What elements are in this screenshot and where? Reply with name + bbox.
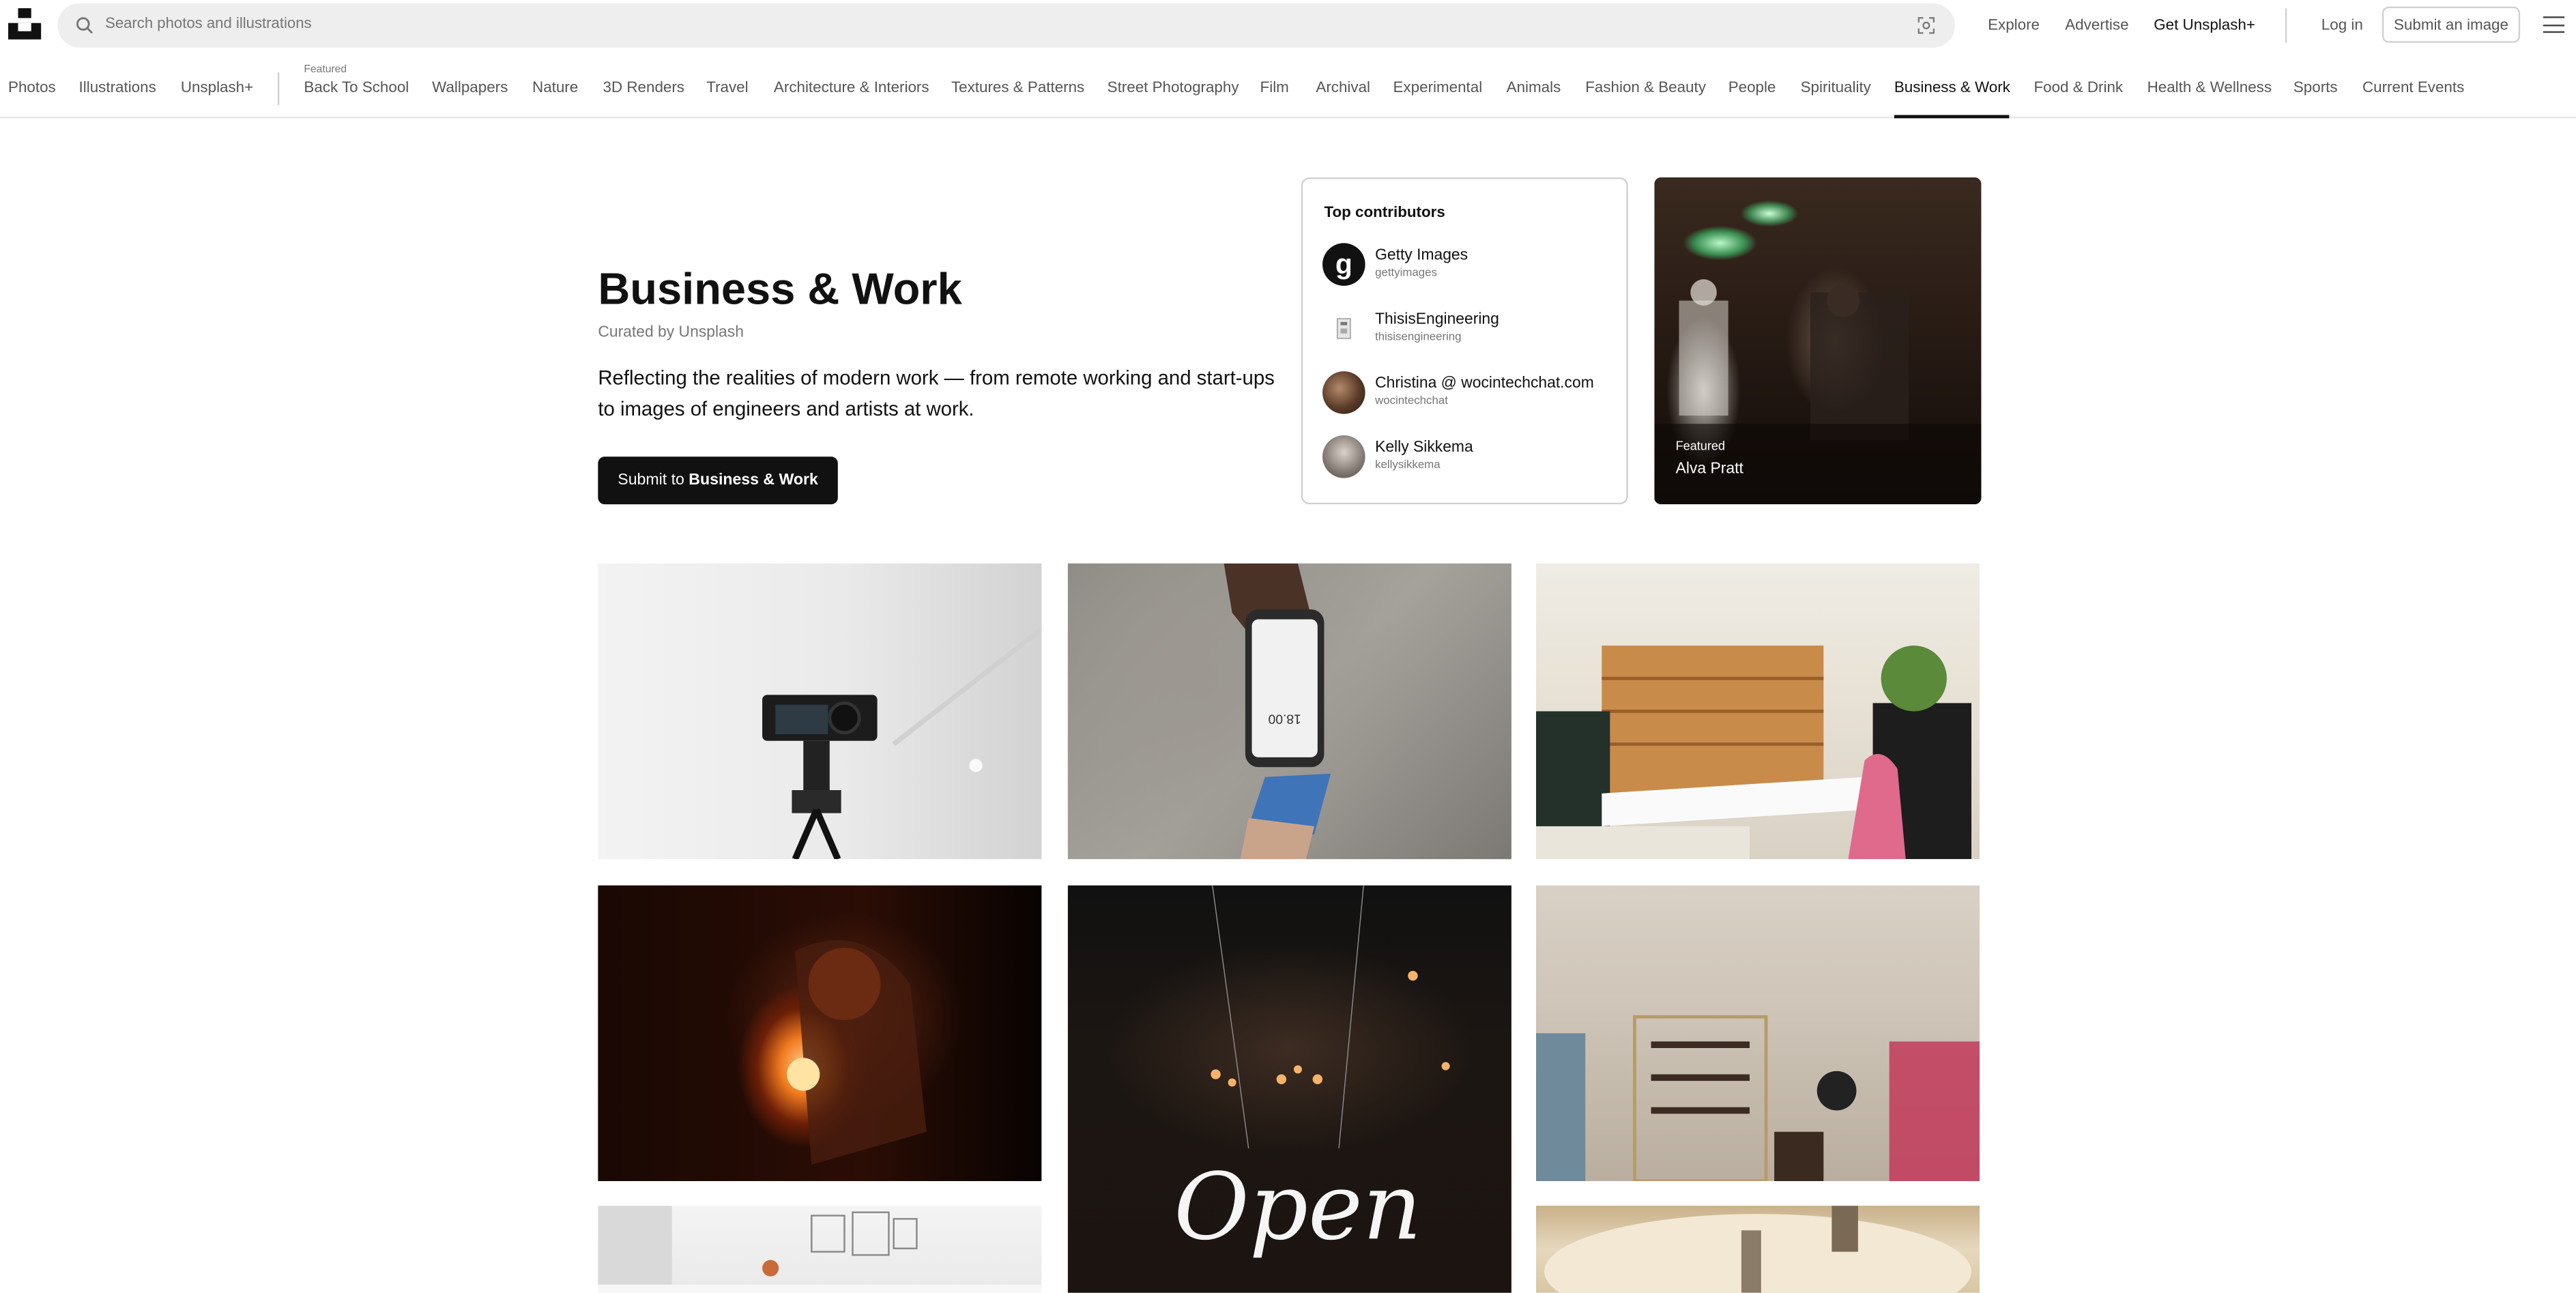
tab-archival[interactable]: Archival bbox=[1316, 79, 1370, 96]
photo-phone-payment[interactable]: 18.00 bbox=[1067, 563, 1511, 860]
phone-payment-image: 18.00 bbox=[1224, 563, 1331, 860]
contributor-name[interactable]: Kelly Sikkema bbox=[1375, 439, 1473, 456]
top-contributors-card: Top contributors g Getty Images gettyima… bbox=[1301, 177, 1628, 505]
submit-to-topic-button[interactable]: Submit to Business & Work bbox=[598, 456, 838, 505]
phone-amount-text: 18.00 bbox=[1269, 711, 1301, 725]
topic-description: Reflecting the realities of modern work … bbox=[598, 366, 1275, 421]
featured-photographer-name[interactable]: Alva Pratt bbox=[1676, 460, 1743, 478]
get-unsplash-plus-link[interactable]: Get Unsplash+ bbox=[2154, 16, 2255, 33]
photo-boutique[interactable] bbox=[1536, 885, 1980, 1181]
tab-animals[interactable]: Animals bbox=[1507, 79, 1561, 96]
open-sign-text: Open bbox=[1174, 1153, 1421, 1260]
contributor-name[interactable]: ThisisEngineering bbox=[1375, 310, 1499, 328]
category-divider bbox=[277, 72, 280, 106]
contributor-username: gettyimages bbox=[1375, 267, 1437, 280]
tab-street-photography[interactable]: Street Photography bbox=[1108, 79, 1239, 96]
tab-wallpapers[interactable]: Wallpapers bbox=[432, 79, 508, 96]
contributor-username: thisisengineering bbox=[1375, 332, 1462, 344]
advertise-link[interactable]: Advertise bbox=[2065, 16, 2128, 33]
tab-textures-patterns[interactable]: Textures & Patterns bbox=[951, 79, 1084, 96]
visual-search-icon[interactable] bbox=[1917, 16, 1935, 34]
tab-3d-renders[interactable]: 3D Renders bbox=[603, 79, 684, 96]
shop-interior-image bbox=[1536, 645, 1971, 860]
top-contributors-title: Top contributors bbox=[1324, 203, 1445, 220]
featured-label: Featured bbox=[304, 63, 347, 76]
submit-image-button[interactable]: Submit an image bbox=[2382, 6, 2521, 43]
login-link[interactable]: Log in bbox=[2321, 16, 2363, 33]
hall-ceiling-image bbox=[1544, 1206, 1971, 1293]
tab-nature[interactable]: Nature bbox=[532, 79, 578, 96]
tab-architecture-interiors[interactable]: Architecture & Interiors bbox=[774, 79, 929, 96]
contributor-item[interactable]: g Getty Images gettyimages bbox=[1322, 243, 1618, 289]
tab-business-work[interactable]: Business & Work bbox=[1894, 79, 2010, 96]
photo-hall-ceiling[interactable] bbox=[1536, 1206, 1980, 1293]
curated-by-text: Curated by Unsplash bbox=[598, 323, 744, 342]
tab-photos[interactable]: Photos bbox=[8, 79, 56, 96]
tab-film[interactable]: Film bbox=[1260, 79, 1289, 96]
avatar[interactable]: g bbox=[1322, 243, 1365, 286]
contributor-username: wocintechchat bbox=[1375, 396, 1448, 408]
welder-image bbox=[787, 940, 927, 1165]
photo-shop-interior[interactable] bbox=[1536, 563, 1980, 860]
top-bar: Search photos and illustrations Explore … bbox=[0, 0, 2576, 51]
photo-welder[interactable] bbox=[598, 885, 1042, 1181]
header-divider bbox=[2285, 8, 2287, 43]
featured-photo[interactable]: Featured Alva Pratt bbox=[1654, 177, 1982, 505]
featured-photo-scene bbox=[1654, 279, 1982, 505]
tab-illustrations[interactable]: Illustrations bbox=[79, 79, 156, 96]
category-nav: Photos Illustrations Unsplash+ Featured … bbox=[0, 56, 2576, 119]
contributor-username: kellysikkema bbox=[1375, 460, 1441, 471]
submit-topic-label: Business & Work bbox=[689, 471, 818, 490]
tab-back-to-school[interactable]: Back To School bbox=[304, 79, 409, 96]
submit-prefix-label: Submit to bbox=[618, 471, 684, 490]
avatar[interactable] bbox=[1322, 307, 1365, 350]
active-tab-indicator bbox=[1894, 115, 2010, 119]
avatar[interactable] bbox=[1322, 435, 1365, 478]
tab-sports[interactable]: Sports bbox=[2293, 79, 2338, 96]
svg-text:g: g bbox=[1335, 248, 1352, 280]
tab-unsplash-plus[interactable]: Unsplash+ bbox=[181, 79, 253, 96]
search-icon[interactable] bbox=[76, 16, 93, 34]
tab-fashion-beauty[interactable]: Fashion & Beauty bbox=[1585, 79, 1706, 96]
boutique-image bbox=[1536, 1015, 1980, 1181]
contributor-name[interactable]: Getty Images bbox=[1375, 246, 1468, 264]
tab-people[interactable]: People bbox=[1728, 79, 1776, 96]
photo-open-sign[interactable]: Open bbox=[1067, 885, 1511, 1293]
search-bar[interactable]: Search photos and illustrations bbox=[57, 3, 1955, 48]
avatar[interactable] bbox=[1322, 371, 1365, 414]
contributor-name[interactable]: Christina @ wocintechchat.com bbox=[1375, 375, 1594, 392]
tab-health-wellness[interactable]: Health & Wellness bbox=[2147, 79, 2272, 96]
camera-image bbox=[762, 627, 1042, 860]
contributor-item[interactable]: Christina @ wocintechchat.com wocintechc… bbox=[1322, 371, 1618, 417]
photo-camera-tripod[interactable] bbox=[598, 563, 1042, 860]
tab-spirituality[interactable]: Spirituality bbox=[1801, 79, 1871, 96]
hamburger-menu-icon[interactable] bbox=[2543, 16, 2565, 34]
tab-food-drink[interactable]: Food & Drink bbox=[2034, 79, 2123, 96]
page-title: Business & Work bbox=[598, 264, 962, 314]
open-sign-image: Open bbox=[1174, 885, 1450, 1260]
photo-office-desk[interactable] bbox=[598, 1206, 1042, 1293]
unsplash-logo-icon[interactable] bbox=[8, 8, 42, 40]
contributor-item[interactable]: Kelly Sikkema kellysikkema bbox=[1322, 435, 1618, 481]
tab-current-events[interactable]: Current Events bbox=[2362, 79, 2464, 96]
contributor-item[interactable]: ThisisEngineering thisisengineering bbox=[1322, 307, 1618, 353]
tab-experimental[interactable]: Experimental bbox=[1393, 79, 1483, 96]
tab-travel[interactable]: Travel bbox=[706, 79, 748, 96]
search-input[interactable]: Search photos and illustrations bbox=[105, 15, 311, 31]
office-desk-image bbox=[598, 1206, 1042, 1293]
featured-photo-label: Featured bbox=[1675, 438, 1725, 454]
explore-link[interactable]: Explore bbox=[1988, 16, 2040, 33]
